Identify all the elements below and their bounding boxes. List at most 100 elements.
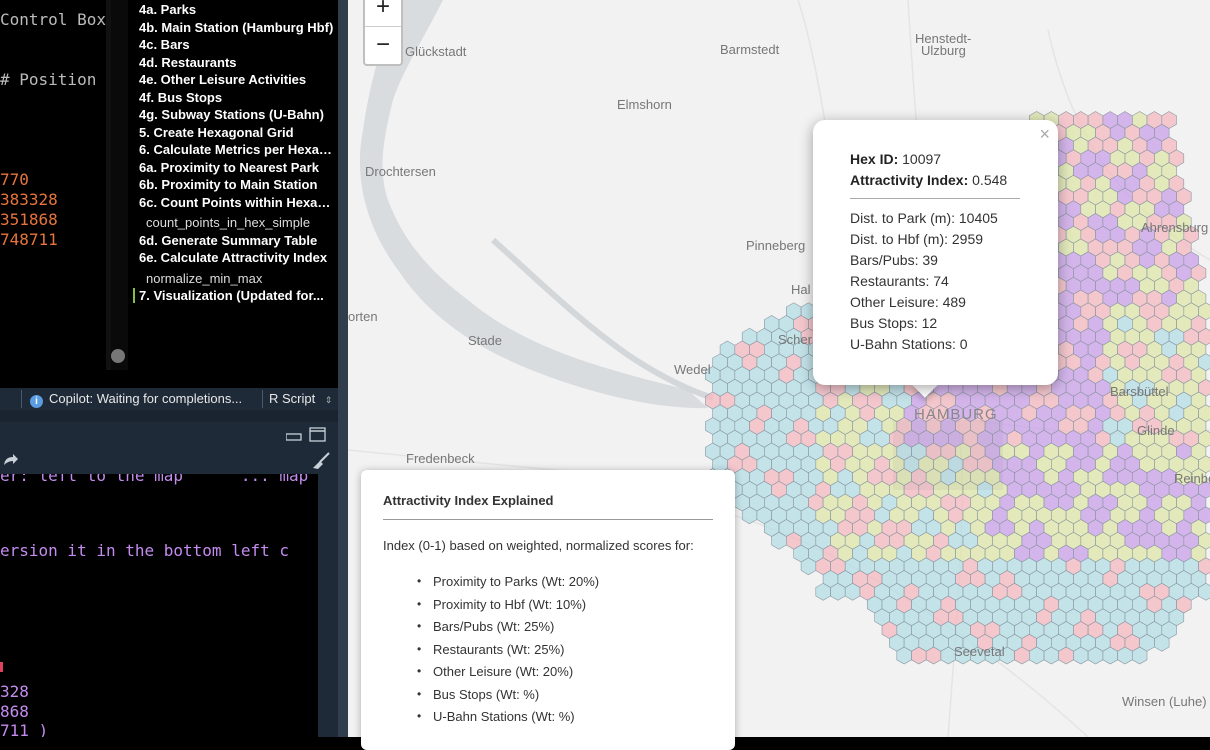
outline-item[interactable]: 4a. Parks <box>139 2 334 17</box>
outline-item[interactable]: 4e. Other Leisure Activities <box>139 72 334 87</box>
place-label: Barsbüttel <box>1110 384 1169 399</box>
chevron-updown-icon: ⇕ <box>324 395 333 405</box>
scrollbar-thumb[interactable] <box>111 349 125 363</box>
place-label: orten <box>348 309 378 324</box>
place-label: Wedel <box>674 362 711 377</box>
maximize-pane-icon[interactable] <box>309 427 327 443</box>
editor-status-bar: i Copilot: Waiting for completions... R S… <box>0 388 338 410</box>
outline-item[interactable]: 6d. Generate Summary Table <box>139 233 334 248</box>
editor-scrollbar[interactable] <box>111 0 128 370</box>
redirect-arrow-icon[interactable] <box>3 453 19 467</box>
hamburg-urban-shade <box>893 420 1003 490</box>
legend-item: Bus Stops (Wt: %) <box>417 687 539 702</box>
city-label-hamburg: HAMBURG <box>914 406 998 423</box>
zoom-control: + − <box>363 0 403 66</box>
file-type-label: R Script <box>269 391 316 406</box>
popup-divider <box>850 198 1020 199</box>
place-label: Glückstadt <box>405 44 467 59</box>
place-label: Glinde <box>1137 423 1175 438</box>
place-label: Ulzburg <box>921 43 966 58</box>
console-line: 711 ) <box>0 721 49 737</box>
legend-item: Proximity to Hbf (Wt: 10%) <box>417 597 586 612</box>
popup-hex-id: Hex ID: 10097 <box>850 151 941 167</box>
status-separator <box>262 390 263 408</box>
code-editor[interactable]: Control Box # Position 770 383328 351868… <box>0 0 106 370</box>
place-label: Reinbe <box>1174 471 1210 486</box>
place-label: Ahrensburg <box>1141 220 1209 235</box>
legend-item: Proximity to Parks (Wt: 20%) <box>417 574 599 589</box>
console-toolbar <box>0 448 338 474</box>
file-type-selector[interactable]: R Script ⇕ <box>269 388 332 410</box>
outline-item[interactable]: 6. Calculate Metrics per Hexagon <box>139 142 334 157</box>
popup-stat: U-Bahn Stations: 0 <box>850 336 968 352</box>
place-label: Winsen (Luhe) <box>1122 694 1207 709</box>
copilot-status[interactable]: i Copilot: Waiting for completions... <box>30 388 242 410</box>
code-line: 351868 <box>0 210 58 229</box>
popup-stat: Bus Stops: 12 <box>850 315 938 331</box>
zoom-out-button[interactable]: − <box>365 26 401 64</box>
console-line: er: left to the map ... map <box>0 474 309 485</box>
outline-function-item[interactable]: normalize_min_max <box>146 271 338 286</box>
legend-title: Attractivity Index Explained <box>383 493 554 508</box>
r-console[interactable]: er: left to the map ... map ersion it in… <box>0 474 318 737</box>
hex-id-value: 10097 <box>902 151 942 167</box>
code-line: 770 <box>0 170 29 189</box>
zoom-in-button[interactable]: + <box>365 0 401 26</box>
outline-item[interactable]: 4d. Restaurants <box>139 55 334 70</box>
hex-info-popup: × Hex ID: 10097 Attractivity Index: 0.54… <box>813 120 1058 385</box>
place-label: Barmstedt <box>720 42 780 57</box>
popup-stat: Dist. to Park (m): 10405 <box>850 210 998 226</box>
console-scrollbar[interactable] <box>318 474 338 737</box>
error-marker <box>0 662 3 672</box>
place-label: Scher <box>778 332 812 347</box>
place-label: Pinneberg <box>746 238 806 253</box>
console-line: 868 <box>0 702 29 721</box>
popup-stat: Dist. to Hbf (m): 2959 <box>850 231 984 247</box>
outline-item[interactable]: 6b. Proximity to Main Station <box>139 177 334 192</box>
place-label: Fredenbeck <box>406 451 475 466</box>
status-separator <box>21 390 22 408</box>
pane-splitter[interactable] <box>338 0 348 737</box>
legend-description: Index (0-1) based on weighted, normalize… <box>383 538 694 553</box>
console-line: ersion it in the bottom left c <box>0 541 289 560</box>
place-label: Drochtersen <box>365 164 436 179</box>
popup-stat: Bars/Pubs: 39 <box>850 252 938 268</box>
popup-stat: Restaurants: 74 <box>850 273 949 289</box>
index-legend-box: Attractivity Index Explained Index (0-1)… <box>361 470 735 750</box>
code-line: # Position <box>0 70 97 89</box>
place-label: Elmshorn <box>617 97 672 112</box>
close-icon[interactable]: × <box>1039 124 1050 145</box>
legend-item: Restaurants (Wt: 25%) <box>417 642 564 657</box>
index-value: 0.548 <box>972 172 1008 188</box>
outline-item[interactable]: 4f. Bus Stops <box>139 90 334 105</box>
pane-divider[interactable] <box>0 410 338 422</box>
popup-index: Attractivity Index: 0.548 <box>850 172 1007 188</box>
code-line: 748711 <box>0 230 58 249</box>
copilot-status-text: Copilot: Waiting for completions... <box>49 391 243 406</box>
info-icon: i <box>30 395 43 408</box>
outline-item[interactable]: 6e. Calculate Attractivity Index <box>139 250 334 265</box>
place-label: Seevetal <box>954 644 1005 659</box>
outline-item[interactable]: 5. Create Hexagonal Grid <box>139 125 334 140</box>
place-label: Hal <box>791 282 811 297</box>
outline-item[interactable]: 4b. Main Station (Hamburg Hbf) <box>139 20 334 35</box>
outline-item-active[interactable]: 7. Visualization (Updated for... <box>133 288 334 303</box>
outline-item[interactable]: 4c. Bars <box>139 37 334 52</box>
legend-item: Other Leisure (Wt: 20%) <box>417 664 573 679</box>
broom-clear-icon[interactable] <box>311 452 331 470</box>
index-label: Attractivity Index: <box>850 172 969 188</box>
popup-stat: Other Leisure: 489 <box>850 294 966 310</box>
outline-item[interactable]: 6a. Proximity to Nearest Park <box>139 160 334 175</box>
legend-item: Bars/Pubs (Wt: 25%) <box>417 619 554 634</box>
elbe-river <box>359 0 714 409</box>
console-line: 328 <box>0 682 29 701</box>
minimize-pane-icon[interactable] <box>286 431 302 441</box>
place-label: Stade <box>468 333 502 348</box>
code-line: 383328 <box>0 190 58 209</box>
outline-item[interactable]: 6c. Count Points within Hexagons <box>139 195 334 210</box>
console-header <box>0 422 338 448</box>
code-line: Control Box <box>0 10 106 29</box>
outline-function-item[interactable]: count_points_in_hex_simple <box>146 215 338 230</box>
hex-id-label: Hex ID: <box>850 151 899 167</box>
outline-item[interactable]: 4g. Subway Stations (U-Bahn) <box>139 107 334 122</box>
